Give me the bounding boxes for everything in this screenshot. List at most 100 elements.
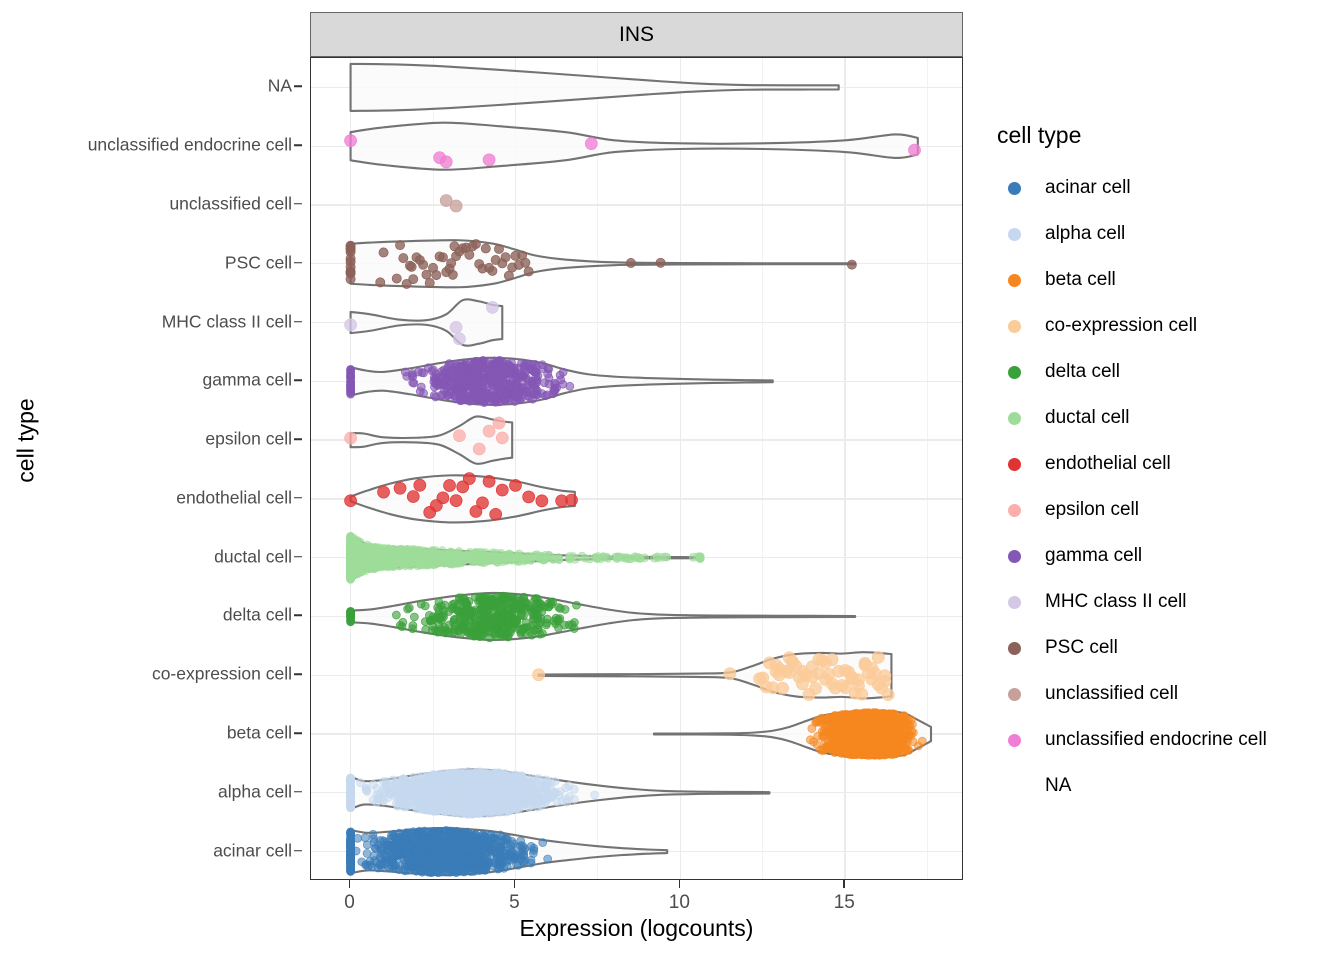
data-point bbox=[345, 256, 356, 267]
data-point bbox=[590, 790, 600, 800]
data-point bbox=[554, 603, 564, 612]
data-point bbox=[489, 507, 503, 521]
y-tick-label: PSC cell bbox=[224, 252, 292, 273]
data-point bbox=[523, 266, 534, 277]
data-point bbox=[381, 777, 391, 786]
data-point bbox=[585, 554, 594, 564]
data-point bbox=[695, 553, 705, 563]
data-point bbox=[453, 429, 466, 443]
data-point bbox=[431, 369, 441, 379]
data-point bbox=[494, 243, 504, 254]
data-point bbox=[378, 247, 389, 258]
data-point bbox=[518, 625, 528, 635]
data-point bbox=[344, 431, 357, 445]
data-point bbox=[464, 249, 475, 260]
data-point bbox=[431, 392, 440, 402]
data-point bbox=[372, 548, 382, 558]
data-point bbox=[852, 673, 865, 687]
data-point bbox=[401, 559, 410, 569]
data-point bbox=[805, 735, 815, 745]
data-point bbox=[816, 745, 825, 755]
data-point bbox=[482, 424, 496, 438]
data-point bbox=[556, 787, 565, 797]
data-point bbox=[416, 599, 426, 609]
data-point bbox=[418, 259, 429, 270]
data-point bbox=[497, 626, 507, 636]
data-point bbox=[487, 265, 498, 276]
data-point bbox=[468, 550, 478, 559]
data-point bbox=[874, 740, 884, 750]
data-point bbox=[433, 379, 443, 389]
data-point bbox=[413, 478, 427, 492]
y-tick-label: unclassified cell bbox=[169, 193, 292, 214]
data-point bbox=[909, 728, 918, 737]
y-tick-label: beta cell bbox=[226, 722, 292, 743]
data-point bbox=[493, 379, 503, 388]
data-point bbox=[346, 571, 355, 581]
data-point bbox=[881, 688, 895, 701]
data-point bbox=[886, 717, 896, 726]
data-point bbox=[466, 393, 475, 403]
data-point bbox=[539, 602, 549, 612]
data-point bbox=[478, 595, 488, 605]
data-point bbox=[472, 442, 486, 456]
data-point bbox=[368, 780, 378, 789]
data-point bbox=[449, 627, 459, 637]
data-point bbox=[871, 650, 885, 664]
data-point bbox=[500, 593, 510, 603]
y-tick-mark bbox=[294, 144, 302, 146]
data-point bbox=[472, 361, 482, 371]
data-point bbox=[495, 431, 509, 445]
data-point bbox=[449, 320, 463, 334]
y-tick-label: MHC class II cell bbox=[161, 311, 292, 332]
y-tick-label: NA bbox=[267, 75, 292, 96]
data-point bbox=[424, 278, 435, 288]
data-point bbox=[488, 554, 498, 564]
data-point bbox=[556, 375, 566, 385]
y-tick-mark bbox=[294, 379, 302, 382]
data-point bbox=[859, 750, 868, 759]
data-point bbox=[786, 655, 799, 669]
data-point bbox=[344, 318, 357, 332]
data-point bbox=[443, 479, 456, 492]
y-axis-tick-labels: NA unclassified endocrine cell unclassifie… bbox=[40, 57, 302, 880]
data-point bbox=[437, 252, 448, 263]
data-point bbox=[478, 552, 487, 562]
data-point bbox=[847, 723, 857, 732]
data-point bbox=[431, 270, 442, 281]
violin-plot-figure: cell type NA unclassified endocrine cell u… bbox=[0, 0, 1344, 960]
data-point bbox=[526, 627, 535, 637]
data-point bbox=[482, 153, 496, 167]
data-point bbox=[455, 380, 465, 390]
data-point bbox=[383, 550, 393, 559]
y-tick-label: gamma cell bbox=[202, 369, 292, 390]
data-point bbox=[360, 542, 370, 551]
data-point bbox=[627, 554, 636, 563]
data-point bbox=[403, 604, 412, 614]
data-point bbox=[345, 241, 356, 252]
data-point bbox=[812, 653, 826, 666]
data-point bbox=[776, 681, 789, 695]
data-point bbox=[516, 385, 526, 394]
data-point bbox=[391, 610, 401, 620]
data-point bbox=[495, 356, 505, 365]
data-point bbox=[869, 730, 879, 740]
data-point bbox=[652, 552, 662, 562]
data-point bbox=[382, 561, 392, 571]
data-point bbox=[520, 257, 531, 268]
data-point bbox=[400, 551, 410, 560]
data-point bbox=[855, 687, 869, 701]
data-point bbox=[395, 240, 406, 251]
data-point bbox=[662, 552, 672, 562]
data-point bbox=[554, 553, 563, 562]
data-point bbox=[479, 612, 489, 622]
data-point bbox=[509, 479, 522, 492]
data-point bbox=[443, 391, 453, 400]
data-point bbox=[352, 552, 362, 562]
data-point bbox=[655, 257, 666, 268]
data-point bbox=[500, 252, 511, 263]
y-tick-label: endothelial cell bbox=[176, 487, 292, 508]
data-point bbox=[470, 239, 481, 249]
y-tick-mark bbox=[294, 203, 302, 205]
data-point bbox=[346, 560, 355, 570]
